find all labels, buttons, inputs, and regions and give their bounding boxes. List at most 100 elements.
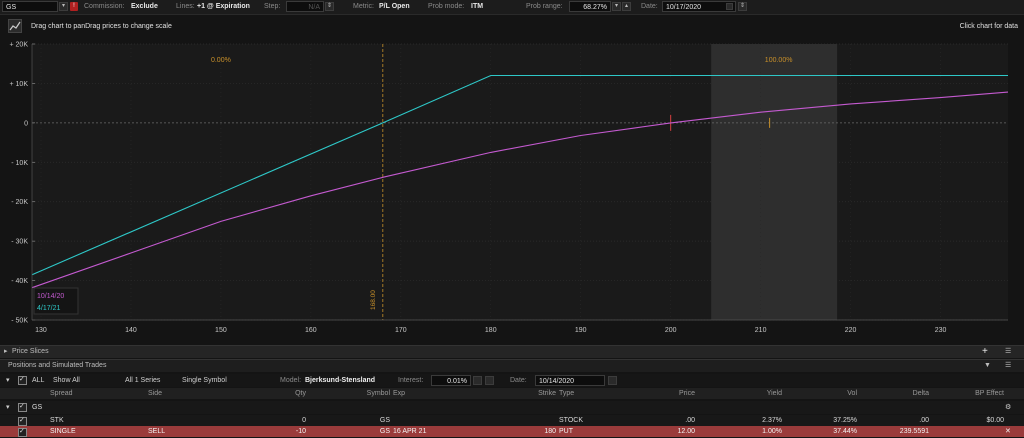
positions-date-input[interactable]: 10/14/2020 — [535, 375, 605, 386]
prob-range-decrement[interactable]: ▾ — [612, 2, 621, 11]
column-header-vol[interactable]: Vol — [786, 388, 857, 399]
close-icon[interactable]: ✕ — [1005, 426, 1015, 437]
cell-price: .00 — [685, 417, 695, 424]
spinner-icon: ⇕ — [739, 3, 746, 9]
column-header-yield[interactable]: Yield — [700, 388, 782, 399]
x-tick-label: 150 — [215, 327, 227, 334]
column-header-side[interactable]: Side — [148, 388, 208, 399]
cell-symbol: GS — [379, 417, 390, 424]
column-header-qty[interactable]: Qty — [240, 388, 306, 399]
column-header-spread[interactable]: Spread — [50, 388, 110, 399]
cell-symbol: GS — [379, 428, 390, 435]
alert-icon[interactable]: ! — [70, 2, 78, 11]
drag-hint: Drag chart to panDrag prices to change s… — [31, 23, 172, 30]
x-tick-label: 220 — [845, 327, 857, 334]
expand-triangle-icon[interactable]: ▸ — [4, 346, 8, 358]
price-slices-section[interactable]: ▸ Price Slices + ☰ — [0, 345, 1024, 358]
price-slices-title: Price Slices — [12, 348, 49, 355]
interest-spinner[interactable] — [473, 376, 482, 385]
date-spinner[interactable]: ⇕ — [738, 2, 747, 11]
expand-triangle-icon[interactable]: ▾ — [6, 375, 10, 386]
prob-range-input[interactable]: 68.27% — [569, 1, 611, 12]
positions-column-header: Spread Side Qty Symbol Exp Strike Type Price Yie… — [0, 388, 1024, 399]
model-label: Model: — [280, 377, 302, 384]
x-tick-label: 230 — [935, 327, 947, 334]
chart-svg[interactable]: 168.00 + 20K + 10K 0 - 10K - 20K - 30K - 40K - … — [0, 40, 1024, 343]
breakeven-label: 168.00 — [370, 290, 377, 310]
row-checkbox[interactable] — [18, 415, 27, 426]
prob-range-increment[interactable]: ▴ — [622, 2, 631, 11]
metric-label: Metric: — [353, 3, 374, 10]
chevron-down-icon: ▾ — [614, 3, 618, 9]
menu-icon[interactable]: ☰ — [1005, 346, 1011, 358]
x-tick-label: 160 — [305, 327, 317, 334]
probability-annotation: 100.00% — [765, 57, 793, 64]
chart-header: Drag chart to panDrag prices to change s… — [0, 15, 1024, 39]
prob-mode-dropdown[interactable]: ITM — [471, 3, 483, 10]
cell-spread: STK — [50, 417, 64, 424]
row-checkbox[interactable] — [18, 426, 27, 437]
interest-input[interactable]: 0.01% — [431, 375, 471, 386]
lock-icon[interactable] — [485, 376, 494, 385]
cell-qty: 0 — [302, 417, 306, 424]
collapse-icon[interactable]: ▼ — [984, 360, 991, 372]
group-checkbox[interactable] — [18, 401, 27, 412]
chevron-down-icon: ▾ — [61, 3, 65, 9]
select-all-checkbox[interactable] — [18, 374, 27, 385]
y-tick-label: 0 — [24, 120, 28, 127]
chart-settings-icon[interactable] — [8, 19, 22, 33]
x-tick-label: 180 — [485, 327, 497, 334]
series-dropdown[interactable]: All 1 Series — [125, 375, 160, 386]
date-input[interactable]: 10/17/2020 — [662, 1, 736, 12]
column-header-price[interactable]: Price — [632, 388, 695, 399]
add-icon[interactable]: + — [982, 346, 988, 358]
table-row[interactable]: SINGLE SELL -10 GS16 APR 21 180PUT 12.00 1.00%… — [0, 426, 1024, 437]
positions-section[interactable]: Positions and Simulated Trades ▼ ☰ — [0, 359, 1024, 372]
cell-qty: -10 — [295, 428, 306, 435]
prob-mode-label: Prob mode: — [428, 3, 465, 10]
column-header-bp-effect[interactable]: BP Effect — [932, 388, 1004, 399]
cell-vol: 37.25% — [833, 417, 857, 424]
positions-rows: STK0GSSTOCK.002.37%37.25%.00$0.00SINGLES… — [0, 415, 1024, 438]
chart-icon — [9, 21, 21, 31]
cell-side — [148, 415, 208, 426]
cell-spread: SINGLE — [50, 428, 76, 435]
y-tick-label: - 50K — [11, 318, 28, 325]
x-tick-label: 130 — [35, 327, 47, 334]
model-dropdown[interactable]: Bjerksund-Stensland — [305, 375, 375, 386]
risk-profile-chart[interactable]: 168.00 + 20K + 10K 0 - 10K - 20K - 30K - 40K - … — [0, 40, 1024, 343]
calendar-icon[interactable] — [726, 3, 733, 10]
cell-strike: 180 — [544, 428, 556, 435]
toolbar: GS ▾ ! Commission: Exclude Lines: +1 @ E… — [0, 0, 1024, 15]
column-header-symbol[interactable]: Symbol — [308, 388, 390, 399]
column-header-strike[interactable]: Strike — [483, 388, 556, 399]
positions-date-spinner[interactable] — [608, 376, 617, 385]
column-header-exp[interactable]: Exp — [393, 388, 481, 399]
show-all-dropdown[interactable]: Show All — [53, 375, 80, 386]
metric-dropdown[interactable]: P/L Open — [379, 3, 410, 10]
cell-bp: $0.00 — [986, 417, 1004, 424]
x-tick-label: 140 — [125, 327, 137, 334]
commission-dropdown[interactable]: Exclude — [131, 3, 158, 10]
group-row[interactable]: ▾ GS ⚙ — [0, 401, 1024, 414]
menu-icon[interactable]: ☰ — [1005, 360, 1011, 372]
chevron-up-icon: ▴ — [624, 3, 628, 9]
lines-dropdown[interactable]: +1 @ Expiration — [197, 3, 250, 10]
gear-icon[interactable]: ⚙ — [1005, 402, 1011, 413]
all-label: ALL — [32, 377, 45, 384]
y-tick-label: - 20K — [11, 199, 28, 206]
expand-triangle-icon[interactable]: ▾ — [6, 402, 10, 413]
cell-side: SELL — [148, 428, 166, 435]
symbol-dropdown-button[interactable]: ▾ — [59, 2, 68, 11]
step-spinner[interactable]: ⇕ — [325, 2, 334, 11]
step-input[interactable]: N/A — [286, 1, 324, 12]
column-header-type[interactable]: Type — [559, 388, 629, 399]
x-tick-label: 170 — [395, 327, 407, 334]
single-symbol-dropdown[interactable]: Single Symbol — [182, 375, 227, 386]
table-row[interactable]: STK 0 GS STOCK .00 2.37% 37.25% .00 $0.00 — [0, 415, 1024, 426]
symbol-input[interactable]: GS — [2, 1, 58, 12]
column-header-delta[interactable]: Delta — [860, 388, 929, 399]
step-value: N/A — [308, 4, 320, 11]
group-symbol: GS — [32, 404, 43, 411]
interest-value: 0.01% — [447, 378, 467, 385]
